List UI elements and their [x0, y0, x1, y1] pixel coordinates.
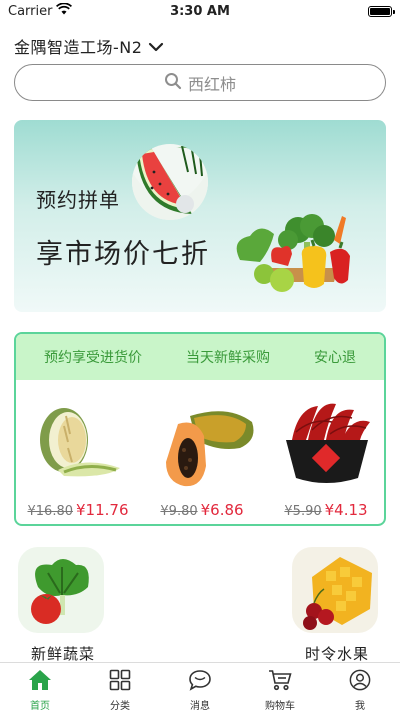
category-label: 时令水果 [304, 645, 369, 663]
search-bar[interactable]: 西红柿 [14, 64, 386, 101]
tab-label: 购物车 [265, 701, 295, 710]
message-icon [188, 669, 212, 695]
deal-item-chili[interactable]: ¥5.90 ¥4.13 [266, 380, 384, 524]
location-selector[interactable]: 金隅智造工场-N2 [14, 34, 164, 58]
carrier-label: Carrier [8, 3, 53, 19]
new-price: ¥11.76 [76, 501, 129, 519]
tab-bar: 首页 分类 消息 购物车 我 [0, 662, 400, 710]
tab-home[interactable]: 首页 [0, 663, 80, 710]
price-row: ¥9.80 ¥6.86 [142, 500, 262, 519]
fruits-category-image [292, 547, 378, 633]
price-row: ¥16.80 ¥11.76 [18, 500, 138, 519]
category-vegetables[interactable]: 新鲜蔬菜 [18, 547, 108, 664]
grid-icon [109, 669, 131, 695]
banner-subtitle: 预约拼单 [36, 188, 120, 212]
old-price: ¥16.80 [27, 504, 74, 519]
tab-cart[interactable]: 购物车 [240, 663, 320, 710]
status-time: 3:30 AM [170, 3, 230, 19]
deal-header: 预约享受进货价 当天新鲜采购 安心退 [16, 334, 384, 380]
deal-item-melon[interactable]: ¥16.80 ¥11.76 [18, 380, 138, 524]
price-row: ¥5.90 ¥4.13 [266, 500, 384, 519]
tab-label: 首页 [30, 701, 50, 710]
watermelon-image [130, 142, 210, 226]
old-price: ¥9.80 [160, 504, 198, 519]
new-price: ¥4.13 [324, 501, 368, 519]
user-icon [348, 669, 372, 695]
new-price: ¥6.86 [200, 501, 244, 519]
deal-item-papaya[interactable]: ¥9.80 ¥6.86 [142, 380, 262, 524]
search-placeholder: 西红柿 [187, 74, 236, 94]
vegetables-category-image [18, 547, 104, 633]
cart-icon [268, 669, 292, 695]
tab-label: 我 [355, 701, 365, 710]
deal-feature-label: 当天新鲜采购 [186, 350, 270, 366]
deal-feature-label: 安心退 [314, 350, 356, 366]
tab-label: 消息 [190, 701, 210, 710]
category-fruits[interactable]: 时令水果 [292, 547, 382, 664]
chili-image [272, 392, 380, 500]
deal-feature-label: 预约享受进货价 [44, 350, 142, 366]
promo-banner[interactable]: 预约拼单 享市场价七折 [14, 120, 386, 312]
battery-icon [368, 5, 395, 17]
search-icon [164, 72, 182, 94]
old-price: ¥5.90 [284, 504, 322, 519]
tab-label: 分类 [110, 701, 130, 710]
tab-messages[interactable]: 消息 [160, 663, 240, 710]
banner-title: 享市场价七折 [36, 239, 210, 270]
category-label: 新鲜蔬菜 [30, 645, 95, 663]
papaya-image [148, 392, 256, 500]
home-icon [28, 669, 52, 695]
status-bar: Carrier 3:30 AM [0, 0, 400, 22]
chevron-down-icon [148, 37, 164, 56]
wifi-icon [56, 2, 73, 19]
vegetables-image [230, 210, 380, 304]
melon-image [24, 392, 132, 500]
deal-card[interactable]: 预约享受进货价 当天新鲜采购 安心退 ¥16.80 ¥11.76 ¥9.80 ¥… [14, 332, 386, 526]
location-name: 金隅智造工场-N2 [14, 38, 143, 57]
tab-category[interactable]: 分类 [80, 663, 160, 710]
tab-profile[interactable]: 我 [320, 663, 400, 710]
